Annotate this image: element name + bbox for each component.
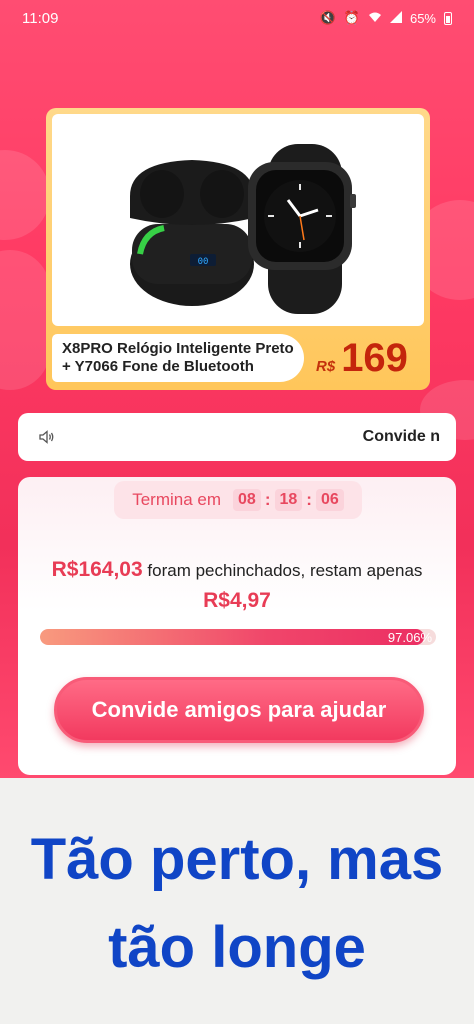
bargain-status-text: R$164,03 foram pechinchados, restam apen… — [38, 555, 436, 617]
status-bar: 11:09 🔇 ⏰ 65% — [0, 0, 474, 36]
promo-background: 11:09 🔇 ⏰ 65% 00 X8PRO Relógio Inteligen… — [0, 0, 474, 778]
countdown-timer: Termina em 08 : 18 : 06 — [114, 481, 362, 519]
product-name: X8PRO Relógio Inteligente Preto + Y7066 … — [52, 334, 304, 382]
timer-seconds: 06 — [315, 489, 344, 511]
timer-separator: : — [264, 490, 271, 509]
timer-separator: : — [306, 490, 312, 509]
bargained-amount: R$164,03 — [51, 558, 143, 581]
alarm-icon: ⏰ — [343, 10, 360, 25]
invite-friends-button[interactable]: Convide amigos para ajudar — [54, 677, 424, 743]
remaining-amount: R$4,97 — [203, 589, 271, 612]
bargain-middle-text: foram pechinchados, restam apenas — [147, 561, 423, 580]
signal-icon — [389, 10, 402, 26]
product-price: R$ 169 — [316, 336, 408, 381]
bargain-progress-bar — [40, 629, 436, 645]
wifi-icon — [368, 11, 382, 26]
announcement-bar[interactable]: Convide n — [18, 413, 456, 461]
earbuds-display: 00 — [198, 257, 209, 267]
mute-icon: 🔇 — [319, 10, 336, 25]
status-time: 11:09 — [22, 9, 59, 27]
product-card[interactable]: 00 X8PRO Relógio Inteligente Preto + Y70… — [46, 108, 430, 390]
timer-minutes: 18 — [274, 489, 303, 511]
progress-label: 97.06% — [387, 630, 432, 645]
progress-fill — [40, 629, 425, 645]
announcement-text: Convide n — [362, 428, 440, 445]
product-image: 00 — [52, 114, 424, 326]
speaker-icon — [38, 428, 56, 446]
timer-label: Termina em — [132, 490, 222, 509]
battery-percent: 65% — [409, 10, 436, 26]
timer-hours: 08 — [233, 489, 261, 511]
price-currency: R$ — [316, 357, 336, 375]
price-value: 169 — [341, 335, 408, 380]
bargain-card: Termina em 08 : 18 : 06 R$164,03 foram p… — [18, 477, 456, 775]
battery-icon — [444, 11, 452, 25]
caption-text: Tão perto, mas tão longe — [0, 778, 474, 1024]
